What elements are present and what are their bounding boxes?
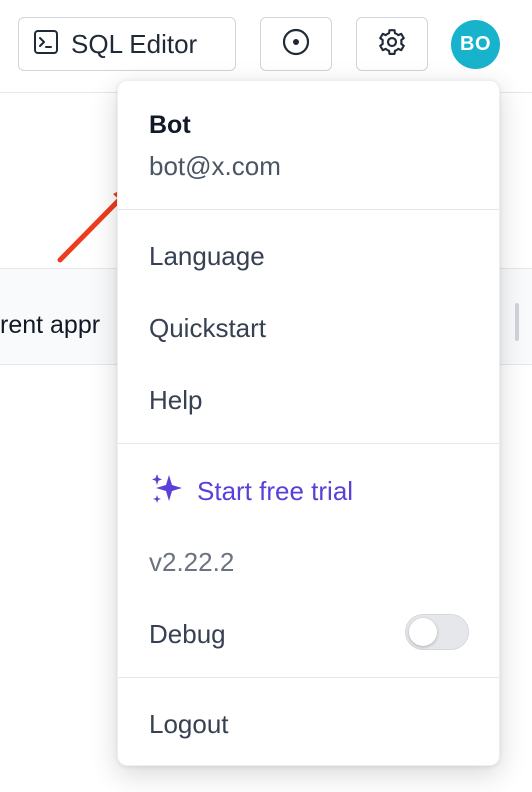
- sql-editor-label: SQL Editor: [71, 28, 198, 59]
- sparkles-icon: [149, 471, 185, 512]
- menu-divider: [118, 677, 499, 678]
- start-free-trial-label: Start free trial: [197, 476, 354, 506]
- sql-editor-button[interactable]: SQL Editor: [18, 17, 236, 71]
- background-row-text: rent appr: [0, 311, 101, 339]
- background-scrollbar: [515, 303, 519, 341]
- settings-button[interactable]: [356, 17, 428, 71]
- menu-divider: [118, 209, 499, 210]
- user-dropdown-menu: Bot bot@x.com Language Quickstart Help S…: [117, 80, 500, 766]
- menu-item-language[interactable]: Language: [149, 241, 265, 272]
- start-free-trial-item[interactable]: Start free trial: [149, 471, 353, 512]
- debug-toggle[interactable]: [405, 614, 469, 650]
- user-avatar[interactable]: BO: [451, 20, 500, 69]
- circle-dot-button[interactable]: [260, 17, 332, 71]
- terminal-icon: [33, 29, 59, 60]
- version-text: v2.22.2: [149, 547, 235, 577]
- debug-toggle-knob: [409, 618, 437, 646]
- menu-item-help[interactable]: Help: [149, 385, 202, 416]
- user-name: Bot: [149, 111, 191, 139]
- circle-dot-icon: [281, 27, 311, 62]
- user-email: bot@x.com: [149, 151, 281, 181]
- gear-icon: [377, 27, 407, 62]
- logout-item[interactable]: Logout: [149, 709, 229, 740]
- debug-label: Debug: [149, 619, 226, 649]
- menu-divider: [118, 443, 499, 444]
- menu-item-quickstart[interactable]: Quickstart: [149, 313, 266, 344]
